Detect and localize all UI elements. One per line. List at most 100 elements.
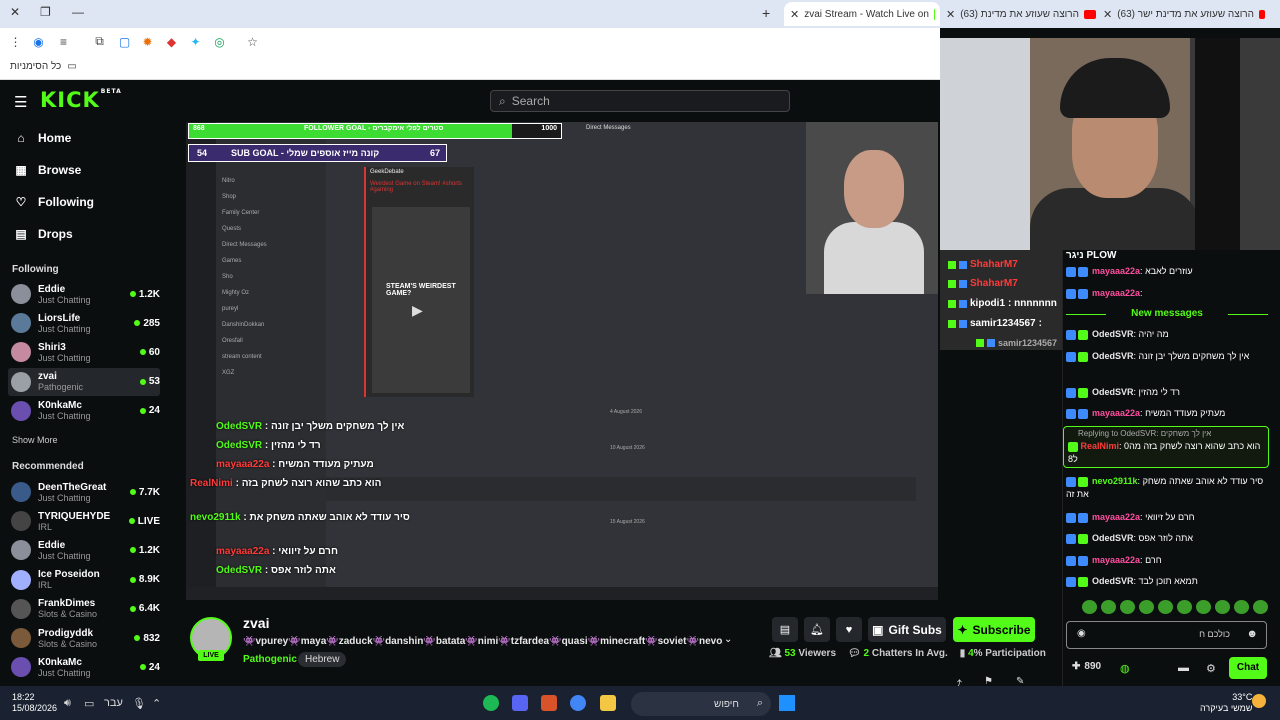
new-tab-icon[interactable]: +	[762, 5, 770, 21]
chat-username[interactable]: OdedSVR	[1092, 329, 1134, 339]
chat-username[interactable]: mayaaa22a	[1092, 555, 1140, 565]
minimize-window-icon[interactable]: —	[72, 5, 84, 19]
close-window-icon[interactable]: ✕	[10, 5, 20, 19]
discord-icon[interactable]	[512, 695, 528, 711]
extension-icon[interactable]: ⧉	[92, 34, 107, 49]
clip-button[interactable]: ▤	[772, 617, 798, 642]
chat-username[interactable]: OdedSVR	[1092, 387, 1134, 397]
channel-item[interactable]: LiorsLife Just Chatting 285	[8, 309, 160, 337]
channel-item[interactable]: Prodigyddk Slots & Casino 832	[8, 624, 160, 652]
channel-item[interactable]: Eddie Just Chatting 1.2K	[8, 280, 160, 308]
sidebar-nav-browse[interactable]: ▦ Browse	[14, 163, 81, 177]
menu-dots-icon[interactable]: ⋮	[8, 34, 23, 49]
new-messages-divider[interactable]: New messages	[1062, 308, 1272, 320]
hamburger-menu-icon[interactable]: ☰	[14, 93, 27, 111]
channel-item[interactable]: FrankDimes Slots & Casino 6.4K	[8, 595, 160, 623]
overlay-chat-message: mayaaa22a : חרם על זיוואי	[216, 546, 338, 557]
extension-icon[interactable]: ▢	[117, 34, 132, 49]
app-icon[interactable]	[541, 695, 557, 711]
emote-icon[interactable]	[1101, 600, 1116, 614]
emote-icon[interactable]	[1215, 600, 1230, 614]
file-explorer-icon[interactable]	[600, 695, 616, 711]
stream-tag[interactable]: Hebrew	[298, 652, 347, 667]
chat-username[interactable]: mayaaa22a	[1092, 512, 1140, 522]
bookmark-star-icon[interactable]: ☆	[245, 34, 260, 49]
chat-username[interactable]: mayaaa22a	[1092, 288, 1140, 298]
emote-icon[interactable]	[1082, 600, 1097, 614]
extension-icon[interactable]: ✦	[188, 34, 203, 49]
video-player[interactable]: Nitro Shop Family Center Quests Direct Messa…	[186, 122, 938, 600]
restore-window-icon[interactable]: ❐	[40, 5, 51, 19]
stream-category[interactable]: Pathogenic	[243, 654, 297, 665]
keyboard-lang[interactable]: עבר	[104, 697, 123, 709]
all-bookmarks[interactable]: כל הסימניות ▭	[10, 61, 77, 72]
search-input[interactable]: ⌕ Search	[490, 90, 790, 112]
chat-username[interactable]: OdedSVR	[1092, 576, 1134, 586]
emote-icon[interactable]	[1139, 600, 1154, 614]
spotify-icon[interactable]	[483, 695, 499, 711]
sidebar-nav-home[interactable]: ⌂ Home	[14, 131, 71, 145]
extension-icon[interactable]: ◉	[31, 34, 46, 49]
sidebar-nav-following[interactable]: ♡ Following	[14, 195, 94, 209]
live-dot-icon	[134, 320, 141, 327]
channel-item[interactable]: K0nkaMc Just Chatting 24	[8, 397, 160, 425]
channel-item[interactable]: Ice Poseidon IRL 8.9K	[8, 566, 160, 594]
follow-button[interactable]: ♥	[836, 617, 862, 642]
extension-icon[interactable]: ≡	[56, 34, 71, 49]
shield-icon[interactable]: ◉	[1077, 628, 1086, 639]
close-tab-icon[interactable]: ✕	[1103, 8, 1112, 21]
kick-logo[interactable]: KICKBETA	[40, 88, 122, 112]
emote-icon[interactable]	[1177, 600, 1192, 614]
reply-user[interactable]: RealNimi	[1081, 441, 1120, 451]
chat-bubble-icon[interactable]: ▬	[1178, 662, 1189, 674]
close-tab-icon[interactable]: ✕	[790, 8, 799, 21]
kick-coin-icon[interactable]: ◍	[1120, 662, 1130, 675]
chrome-icon[interactable]	[570, 695, 586, 711]
speaker-icon[interactable]: 🔊︎	[64, 697, 71, 710]
taskbar-search[interactable]: חיפוש ⌕	[631, 692, 771, 716]
extension-icon[interactable]: ◎	[212, 34, 227, 49]
channel-item[interactable]: Shiri3 Just Chatting 60	[8, 338, 160, 366]
emote-icon[interactable]	[1158, 600, 1173, 614]
mic-icon[interactable]: 🎙︎	[132, 697, 146, 710]
settings-gear-icon[interactable]: ⚙	[1206, 662, 1216, 675]
sidebar-nav-drops[interactable]: ▤ Drops	[14, 227, 72, 241]
network-icon[interactable]: ▭	[84, 697, 94, 710]
taskbar-clock[interactable]: 18:22 15/08/2026	[12, 692, 57, 714]
chat-username[interactable]: nevo2911k	[1092, 476, 1138, 486]
emote-icon[interactable]	[1196, 600, 1211, 614]
tab-youtube-2[interactable]: ✕ (63) הרוצה שעוזע את מדינת ישר	[1103, 2, 1265, 26]
emoji-icon[interactable]: ☻	[1246, 628, 1258, 640]
channel-item[interactable]: DeenTheGreat Just Chatting 7.7K	[8, 478, 160, 506]
chat-input[interactable]: ◉ כולכם ח ☻	[1066, 621, 1267, 649]
chat-username[interactable]: mayaaa22a	[1092, 408, 1140, 418]
chevron-down-icon[interactable]: ⌄	[724, 634, 732, 645]
chat-send-button[interactable]: Chat	[1229, 657, 1267, 679]
chat-username[interactable]: mayaaa22a	[1092, 266, 1140, 276]
weather-widget[interactable]: 33°C שמשי בעיקרה	[1200, 692, 1252, 714]
reply-message[interactable]: Replying to OdedSVR: אין לך משחקים RealN…	[1063, 426, 1269, 468]
streamer-name[interactable]: zvai	[243, 615, 269, 631]
channel-item[interactable]: zvai Pathogenic 53	[8, 367, 160, 396]
chat-text: אתה לוזר אפס	[1138, 533, 1193, 543]
gift-subs-button[interactable]: ▣ Gift Subs	[868, 617, 946, 642]
tab-kick[interactable]: ✕ zvai Stream - Watch Live on	[784, 2, 940, 26]
chat-username[interactable]: OdedSVR	[1092, 351, 1134, 361]
chat-username[interactable]: OdedSVR	[1092, 533, 1134, 543]
channel-item[interactable]: TYRIQUEHYDE IRL LIVE	[8, 507, 160, 535]
close-tab-icon[interactable]: ✕	[946, 8, 955, 21]
channel-points[interactable]: ✚ 890	[1072, 661, 1101, 672]
extension-icon[interactable]: ◆	[164, 34, 179, 49]
extension-icon[interactable]: ✹	[140, 34, 155, 49]
chevron-up-icon[interactable]: ⌃	[152, 697, 161, 710]
tab-youtube-1[interactable]: ✕ (63) הרוצה שעוזע את מדינת	[946, 2, 1096, 26]
emote-icon[interactable]	[1120, 600, 1135, 614]
channel-item[interactable]: Eddie Just Chatting 1.2K	[8, 536, 160, 564]
emote-icon[interactable]	[1253, 600, 1268, 614]
windows-start-icon[interactable]	[779, 695, 795, 711]
show-more-link[interactable]: Show More	[12, 435, 58, 445]
notify-button[interactable]: 🔔︎	[804, 617, 830, 642]
emote-icon[interactable]	[1234, 600, 1249, 614]
subscribe-button[interactable]: ✦ Subscribe	[953, 617, 1035, 642]
channel-item[interactable]: K0nkaMc Just Chatting 24	[8, 653, 160, 681]
